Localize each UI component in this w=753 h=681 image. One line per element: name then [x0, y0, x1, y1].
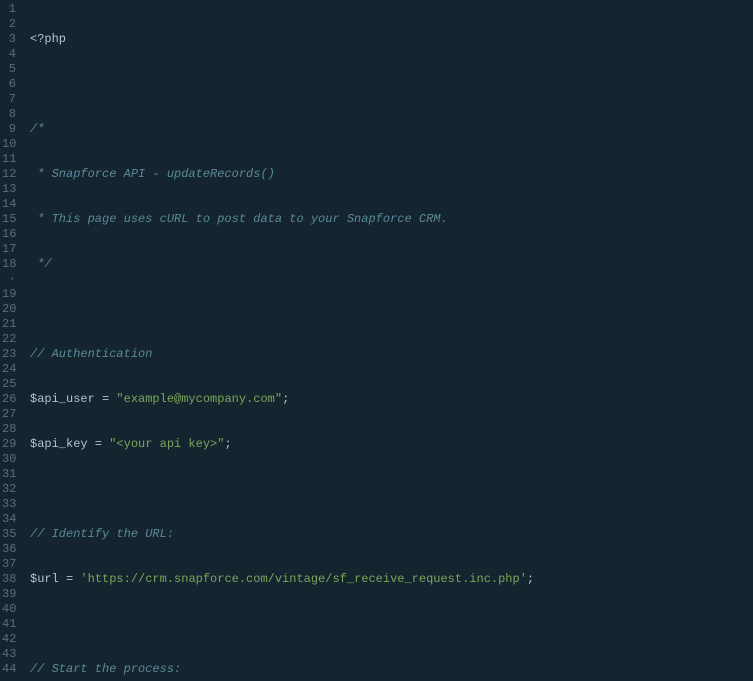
code-line[interactable]: [30, 482, 753, 497]
code-line[interactable]: * This page uses cURL to post data to yo…: [30, 212, 753, 227]
line-number-gutter: 1 2 3 4 5 6 7 8 9 10 11 12 13 14 15 16 1…: [0, 0, 22, 681]
code-line[interactable]: $url = 'https://crm.snapforce.com/vintag…: [30, 572, 753, 587]
code-line[interactable]: */: [30, 257, 753, 272]
code-line[interactable]: * Snapforce API - updateRecords(): [30, 167, 753, 182]
code-line[interactable]: // Identify the URL:: [30, 527, 753, 542]
code-editor[interactable]: 1 2 3 4 5 6 7 8 9 10 11 12 13 14 15 16 1…: [0, 0, 753, 681]
code-line[interactable]: // Start the process:: [30, 662, 753, 677]
code-line[interactable]: [30, 302, 753, 317]
code-area[interactable]: <?php /* * Snapforce API - updateRecords…: [22, 0, 753, 681]
code-line[interactable]: $api_user = "example@mycompany.com";: [30, 392, 753, 407]
code-line[interactable]: /*: [30, 122, 753, 137]
code-line[interactable]: $api_key = "<your api key>";: [30, 437, 753, 452]
code-line[interactable]: <?php: [30, 32, 753, 47]
code-line[interactable]: [30, 77, 753, 92]
code-line[interactable]: // Authentication: [30, 347, 753, 362]
code-line[interactable]: [30, 617, 753, 632]
